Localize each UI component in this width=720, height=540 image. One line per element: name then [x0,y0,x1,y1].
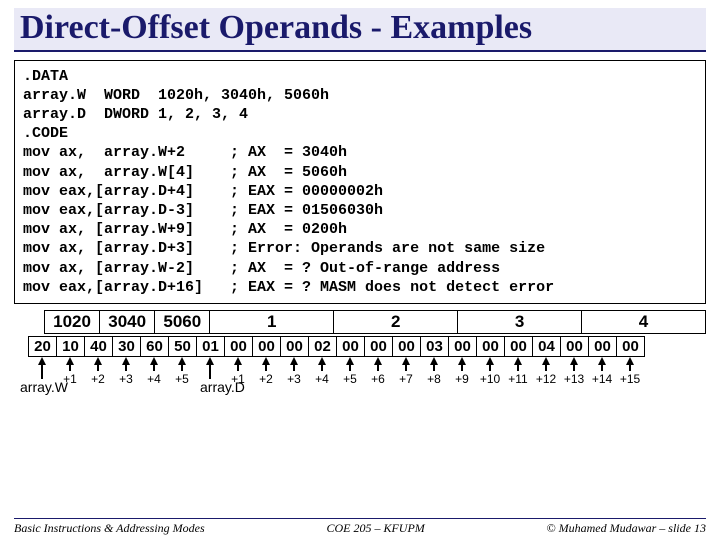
arrayw-base-arrow [28,357,56,379]
byte-cell: 00 [617,336,645,356]
word-cell: 2 [334,310,458,333]
byte-cell: 01 [197,336,225,356]
byte-cell: 30 [113,336,141,356]
byte-cell: 20 [29,336,57,356]
offset-arrow: +14 [588,357,616,386]
offset-arrow: +1 [56,357,84,386]
byte-cell: 50 [169,336,197,356]
word-cell: 4 [582,310,706,333]
byte-cell: 40 [85,336,113,356]
footer: Basic Instructions & Addressing Modes CO… [14,518,706,536]
offset-arrow: +11 [504,357,532,386]
footer-right: © Muhamed Mudawar – slide 13 [547,521,706,536]
offset-arrow: +12 [532,357,560,386]
word-cells-table: 1020304050601234 [44,310,706,334]
offset-arrow: +5 [336,357,364,386]
offset-arrow: +10 [476,357,504,386]
offset-arrows: array.W array.D +1+2+3+4+5+1+2+3+4+5+6+7… [28,357,706,401]
offset-arrow: +8 [420,357,448,386]
code-listing: .DATA array.W WORD 1020h, 3040h, 5060h a… [14,60,706,304]
offset-arrow: +15 [616,357,644,386]
offset-arrow: +4 [140,357,168,386]
slide-title: Direct-Offset Operands - Examples [20,10,700,46]
offset-arrow: +2 [252,357,280,386]
byte-cell: 02 [309,336,337,356]
word-cell: 1020 [45,310,100,333]
word-cell: 3040 [100,310,155,333]
word-cell: 5060 [155,310,210,333]
byte-cell: 00 [225,336,253,356]
offset-arrow: +9 [448,357,476,386]
offset-arrow: +2 [84,357,112,386]
byte-cell: 00 [589,336,617,356]
offset-arrow: +3 [280,357,308,386]
title-bar: Direct-Offset Operands - Examples [14,8,706,52]
byte-cell: 00 [337,336,365,356]
arrayd-base-arrow [196,357,224,379]
offset-arrow: +3 [112,357,140,386]
byte-cell: 00 [365,336,393,356]
offset-arrow: +1 [224,357,252,386]
byte-cell: 03 [421,336,449,356]
word-cell: 1 [210,310,334,333]
offset-arrow: +6 [364,357,392,386]
byte-cell: 60 [141,336,169,356]
offset-arrow: +7 [392,357,420,386]
byte-cell: 00 [561,336,589,356]
byte-cell: 10 [57,336,85,356]
footer-left: Basic Instructions & Addressing Modes [14,521,205,536]
offset-arrow: +5 [168,357,196,386]
word-cell: 3 [458,310,582,333]
byte-cell: 00 [477,336,505,356]
byte-cell: 00 [253,336,281,356]
byte-cell: 00 [393,336,421,356]
byte-cell: 00 [505,336,533,356]
byte-cells-table: 2010403060500100000002000000030000000400… [28,336,645,357]
offset-arrow: +13 [560,357,588,386]
byte-cell: 00 [449,336,477,356]
offset-arrow: +4 [308,357,336,386]
byte-cell: 04 [533,336,561,356]
footer-center: COE 205 – KFUPM [326,521,424,536]
byte-cell: 00 [281,336,309,356]
